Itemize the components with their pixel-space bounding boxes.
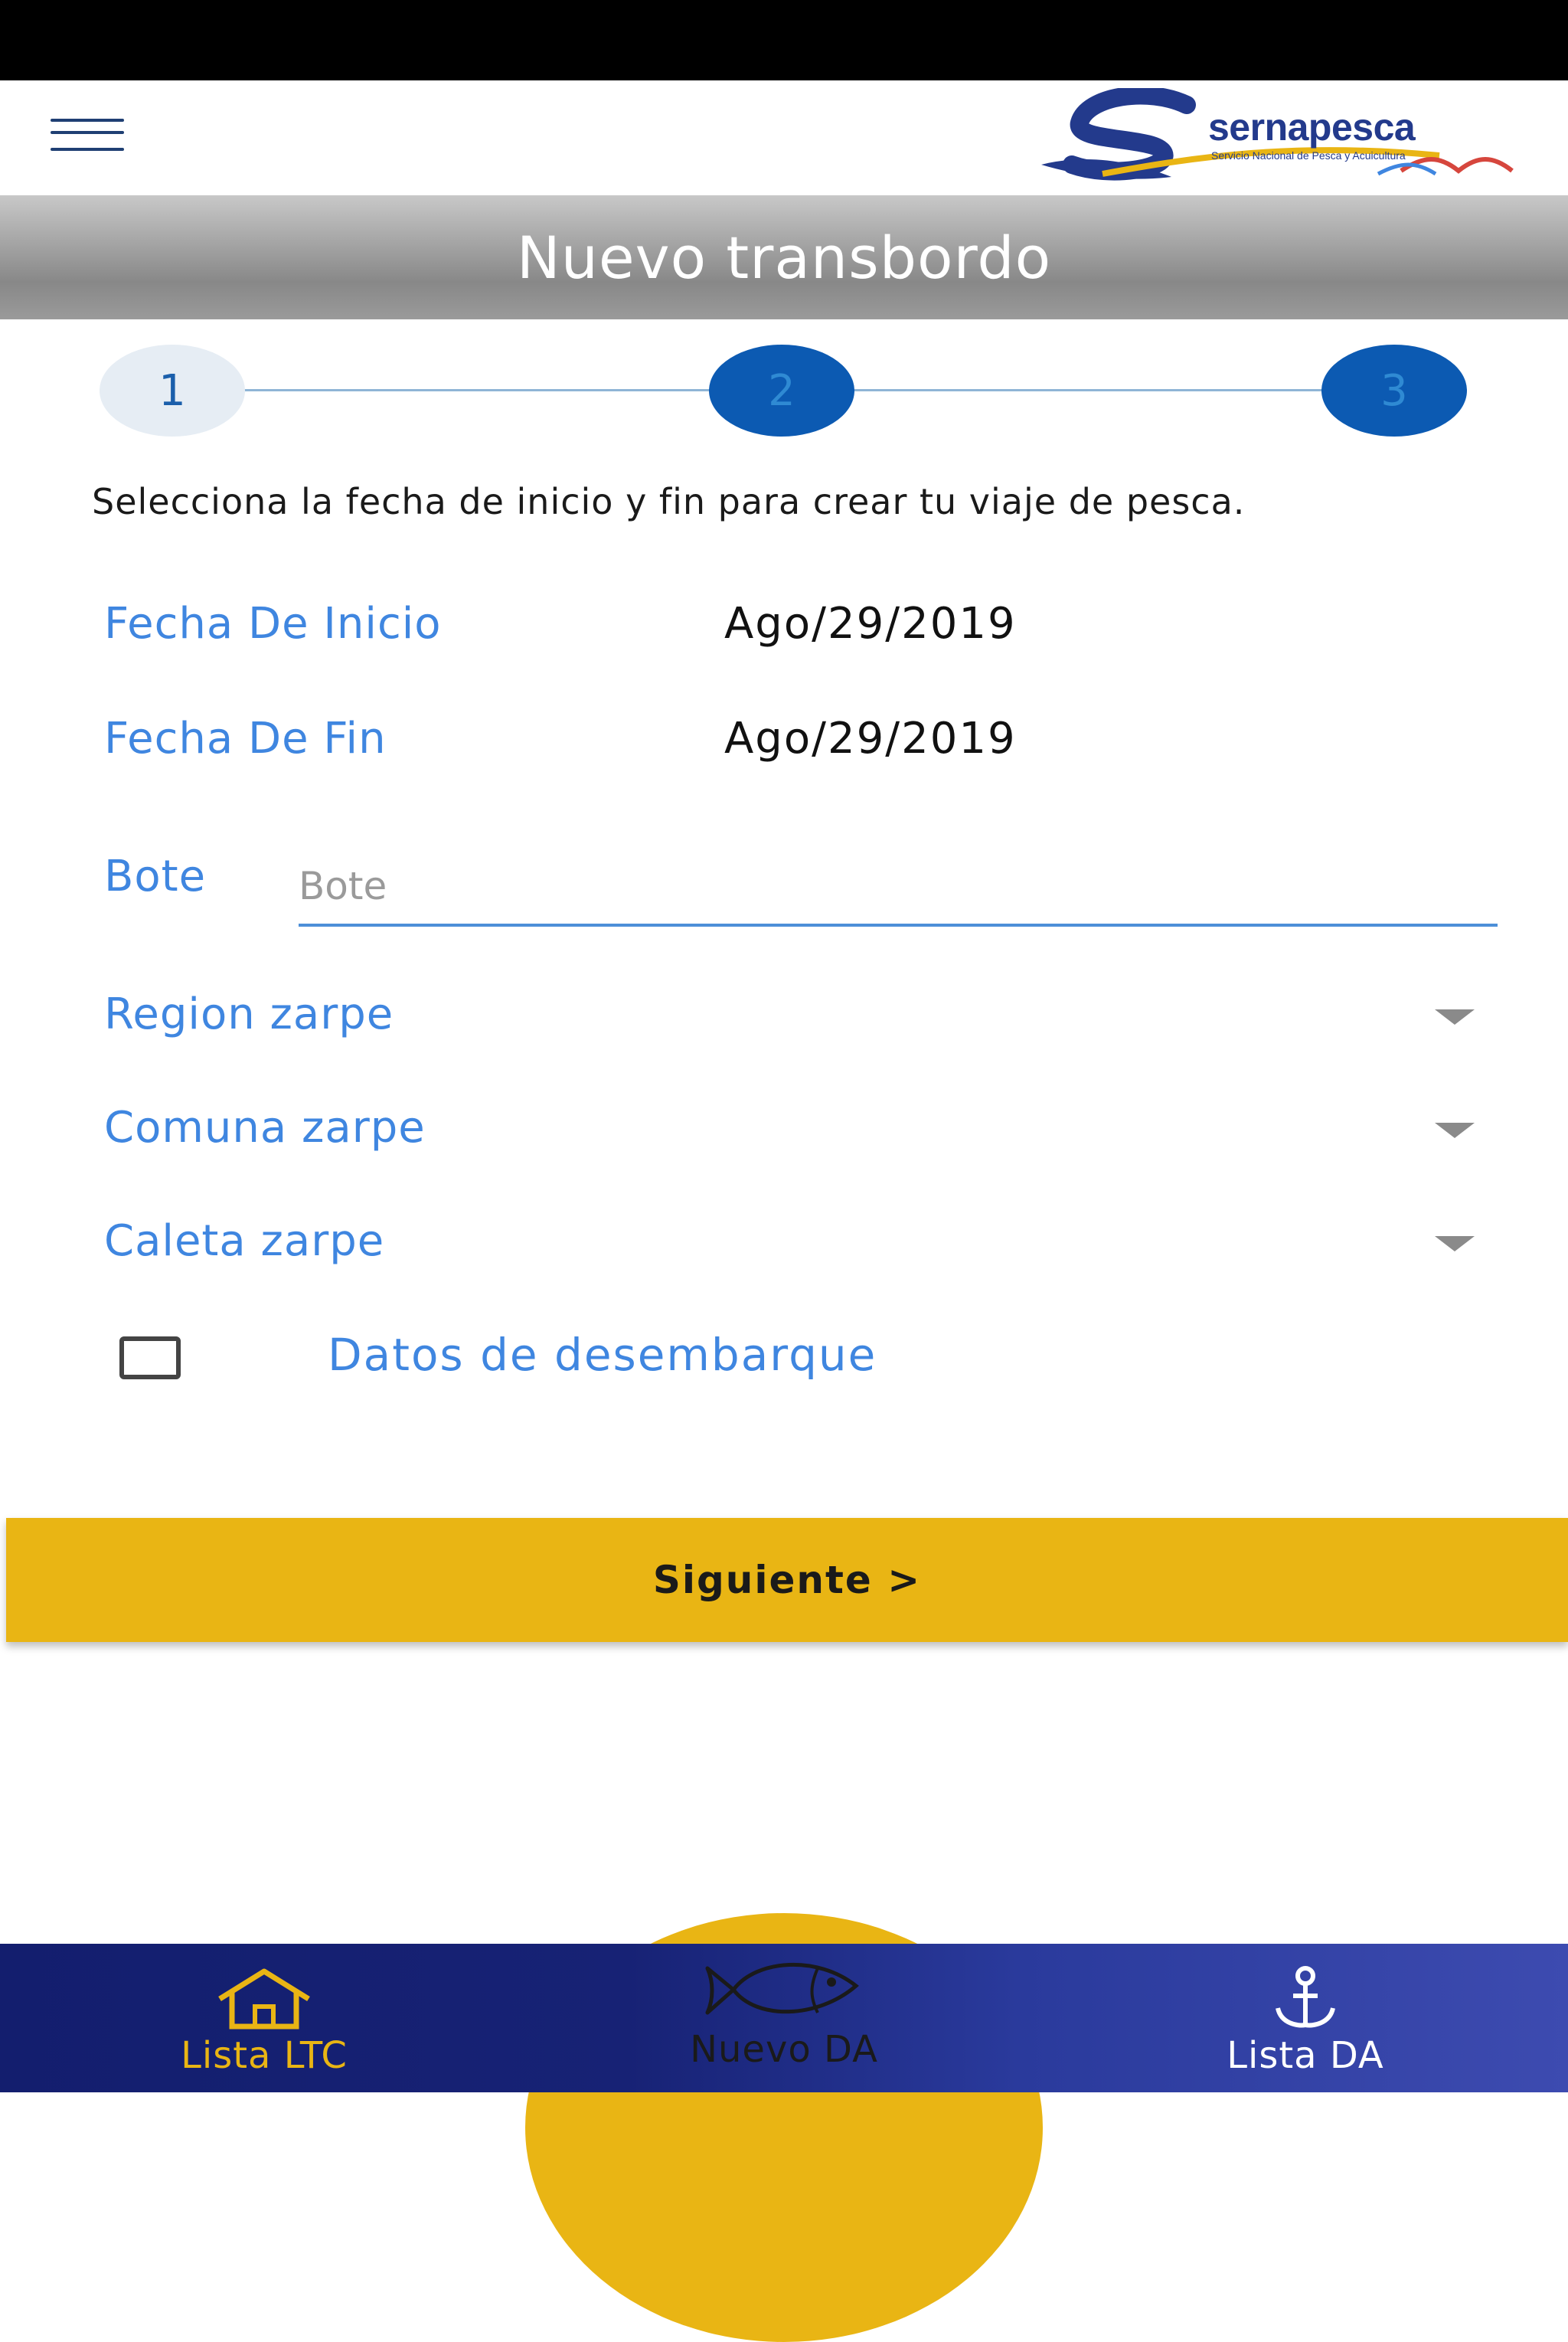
logo-subtitle: Servicio Nacional de Pesca y Acuicultura [1211,149,1406,162]
nav-item-lista-ltc[interactable]: Lista LTC [138,1944,390,2092]
dropdown-arrow-icon [1435,1009,1475,1025]
boat-label: Bote [104,852,207,901]
comuna-select-label: Comuna zarpe [104,1103,426,1153]
caleta-select[interactable]: Caleta zarpe [104,1216,1482,1285]
instructions-text: Selecciona la fecha de inicio y fin para… [92,481,1246,522]
end-date-label: Fecha De Fin [104,714,387,764]
title-bar: Nuevo transbordo [0,195,1568,319]
anchor-icon [1276,1966,1335,2028]
nav-label-nuevo-da: Nuevo DA [690,2028,878,2071]
app-header: sernapesca Servicio Nacional de Pesca y … [0,80,1568,195]
step-3[interactable]: 3 [1321,345,1467,437]
logo-text: sernapesca [1208,106,1416,149]
nav-item-nuevo-da[interactable]: Nuevo DA [525,1913,1043,2092]
start-date-label: Fecha De Inicio [104,599,442,649]
step-1[interactable]: 1 [100,345,245,437]
nav-label-lista-da: Lista DA [1227,2034,1384,2077]
nav-item-lista-da[interactable]: Lista DA [1179,1944,1432,2092]
comuna-select[interactable]: Comuna zarpe [104,1103,1482,1172]
step-connector [854,389,1323,391]
stepper: 1 2 3 [0,345,1568,437]
nav-label-lista-ltc: Lista LTC [181,2034,348,2077]
end-date-value[interactable]: Ago/29/2019 [724,714,1017,764]
next-button[interactable]: Siguiente > [6,1518,1568,1642]
dropdown-arrow-icon [1435,1123,1475,1138]
step-2[interactable]: 2 [709,345,854,437]
step-connector [243,389,710,391]
landing-data-label[interactable]: Datos de desembarque [328,1329,877,1381]
page-title: Nuevo transbordo [516,223,1052,292]
start-date-value[interactable]: Ago/29/2019 [724,599,1017,649]
home-icon [218,1968,310,2030]
dropdown-arrow-icon [1435,1236,1475,1251]
region-select[interactable]: Region zarpe [104,989,1482,1058]
status-bar [0,0,1568,80]
caleta-select-label: Caleta zarpe [104,1216,385,1266]
region-select-label: Region zarpe [104,989,394,1039]
landing-data-checkbox[interactable] [119,1336,181,1379]
hamburger-menu-icon[interactable] [44,111,129,165]
fish-icon [705,1963,859,2015]
sernapesca-logo: sernapesca Servicio Nacional de Pesca y … [1041,86,1531,188]
boat-input[interactable] [299,849,1498,927]
